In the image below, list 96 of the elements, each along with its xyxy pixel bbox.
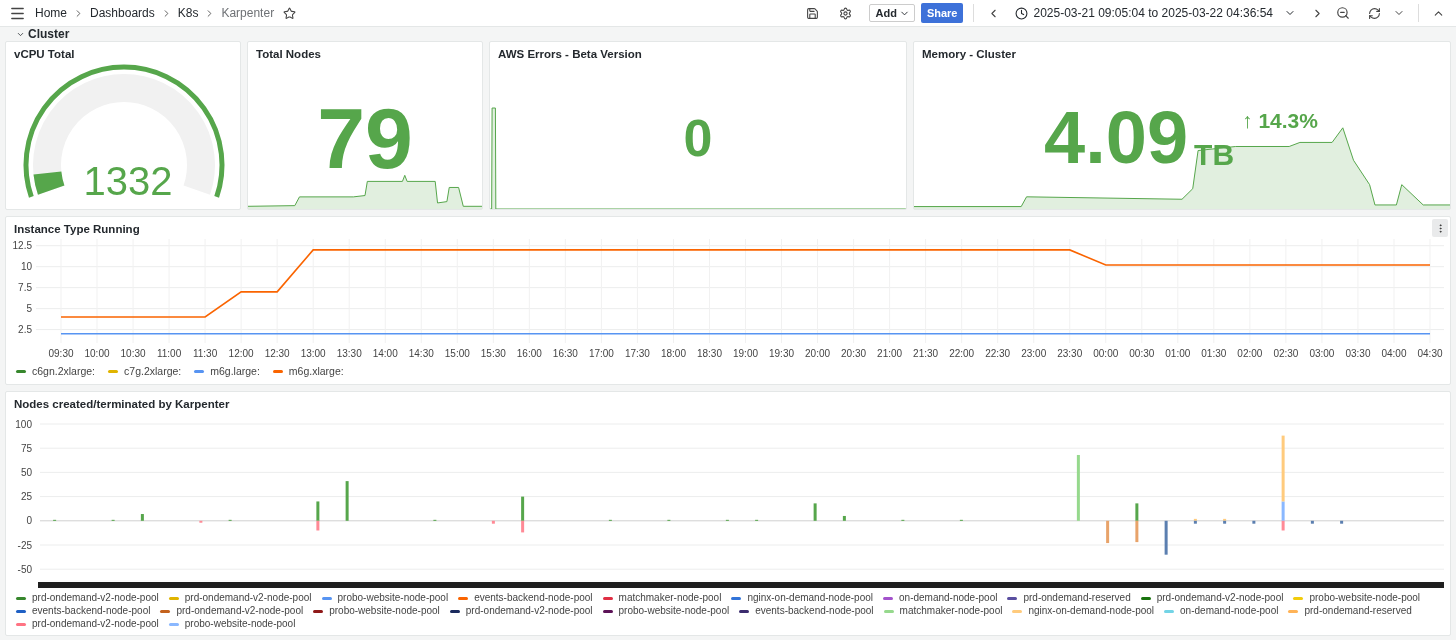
x-tick-label: 20:00 [805,348,831,359]
y-tick-label: 50 [20,466,32,478]
x-tick-label: 11:30 [192,348,218,359]
legend-label[interactable]: probo-website-node-pool [184,618,296,630]
x-tick-label: 23:00 [1021,348,1047,359]
y-tick-label: 25 [20,491,32,503]
legend-label[interactable]: prd-ondemand-v2-node-pool [32,618,159,630]
x-tick-label: 00:00 [1093,348,1119,359]
x-tick-label: 10:00 [84,348,110,359]
stat-value: 79 [317,94,413,181]
x-tick-label: 00:30 [1129,348,1155,359]
y-tick-label: -50 [17,563,32,575]
panel-title: Memory - Cluster [921,47,1017,60]
x-tick-label: 12:00 [228,348,254,359]
legend-label[interactable]: probo-website-node-pool [337,592,449,604]
legend-label[interactable]: prd-ondemand-v2-node-pool [32,592,159,604]
legend-label[interactable]: events-backend-node-pool [32,605,151,617]
x-tick-label: 15:00 [444,348,470,359]
x-tick-label: 03:30 [1345,348,1371,359]
y-tick-label: 5 [26,303,32,315]
legend-label[interactable]: on-demand-node-pool [899,592,998,604]
add-button[interactable]: Add [868,4,915,22]
share-button[interactable]: Share [920,3,964,23]
row-title[interactable]: Cluster [28,27,70,41]
x-tick-label: 14:00 [372,348,398,359]
stat-value: 0 [683,111,713,164]
legend-label[interactable]: probo-website-node-pool [329,605,440,617]
x-tick-label: 21:00 [877,348,903,359]
legend-label[interactable]: prd-ondemand-v2-node-pool [1156,592,1284,604]
legend-label[interactable]: events-backend-node-pool [755,605,874,617]
legend-label[interactable]: prd-ondemand-reserved [1023,592,1131,604]
legend-label[interactable]: prd-ondemand-reserved [1304,605,1412,617]
legend-label[interactable]: nginx-on-demand-node-pool [747,592,873,604]
legend-label[interactable]: m6g.large: [210,365,260,377]
y-tick-label: 7.5 [18,282,32,294]
legend-label[interactable]: matchmaker-node-pool [618,592,722,604]
y-tick-label: 0 [26,515,32,527]
x-tick-label: 16:30 [552,348,578,359]
x-tick-label: 21:30 [913,348,939,359]
stat-value: 4.09 [1044,100,1189,175]
legend-label[interactable]: on-demand-node-pool [1180,605,1279,617]
x-tick-label: 03:00 [1309,348,1335,359]
legend-label[interactable]: events-backend-node-pool [474,592,593,604]
breadcrumb[interactable]: Karpenter [221,6,275,20]
y-tick-label: 2.5 [18,324,32,336]
x-tick-label: 01:00 [1165,348,1191,359]
legend-label[interactable]: probo-website-node-pool [618,605,730,617]
legend-label[interactable]: matchmaker-node-pool [899,605,1003,617]
time-range-picker[interactable]: 2025-03-21 09:05:04 to 2025-03-22 04:36:54 [1009,5,1302,21]
y-tick-label: 12.5 [12,240,32,252]
stat-unit: TB [1194,137,1235,172]
breadcrumb[interactable]: K8s [177,6,199,20]
x-tick-label: 15:30 [480,348,506,359]
legend-label[interactable]: prd-ondemand-v2-node-pool [184,592,312,604]
legend-label[interactable]: nginx-on-demand-node-pool [1028,605,1155,617]
legend-label[interactable]: probo-website-node-pool [1309,592,1421,604]
x-tick-label: 02:30 [1273,348,1299,359]
panel-title: AWS Errors - Beta Version [497,47,643,60]
x-tick-label: 20:30 [841,348,867,359]
x-tick-label: 22:00 [949,348,975,359]
x-tick-label: 23:30 [1057,348,1083,359]
x-tick-label: 14:30 [408,348,434,359]
legend-label[interactable]: m6g.xlarge: [288,365,344,377]
x-tick-label: 17:30 [624,348,650,359]
x-tick-label: 01:30 [1201,348,1227,359]
x-tick-label: 04:00 [1381,348,1407,359]
x-tick-label: 13:30 [336,348,362,359]
legend-label[interactable]: prd-ondemand-v2-node-pool [465,605,593,617]
panel-title: Nodes created/terminated by Karpenter [13,397,231,410]
y-tick-label: 10 [20,261,32,273]
x-tick-label: 17:00 [588,348,614,359]
breadcrumb[interactable]: Dashboards [90,6,155,20]
x-tick-label: 11:00 [156,348,182,359]
panel-title: Instance Type Running [13,222,141,235]
x-tick-label: 02:00 [1237,348,1263,359]
x-tick-label: 13:00 [300,348,326,359]
gauge-value: 1332 [83,159,173,203]
legend-label[interactable]: c7g.2xlarge: [124,365,182,377]
x-tick-label: 12:30 [264,348,290,359]
breadcrumb[interactable]: Home [35,6,67,20]
x-tick-label: 04:30 [1417,348,1443,359]
x-tick-label: 09:30 [48,348,74,359]
y-tick-label: 75 [20,442,32,454]
panel-title: vCPU Total [13,47,76,60]
legend-label[interactable]: prd-ondemand-v2-node-pool [176,605,304,617]
x-tick-label: 18:30 [696,348,722,359]
x-tick-label: 19:00 [733,348,758,359]
x-tick-label: 19:30 [769,348,795,359]
x-tick-label: 18:00 [660,348,686,359]
y-tick-label: 100 [15,418,32,430]
panel-title: Total Nodes [255,47,322,60]
x-tick-label: 22:30 [985,348,1011,359]
legend-label[interactable]: c6gn.2xlarge: [32,365,96,377]
x-tick-label: 10:30 [120,348,146,359]
x-tick-label: 16:00 [516,348,542,359]
y-tick-label: -25 [17,539,32,551]
